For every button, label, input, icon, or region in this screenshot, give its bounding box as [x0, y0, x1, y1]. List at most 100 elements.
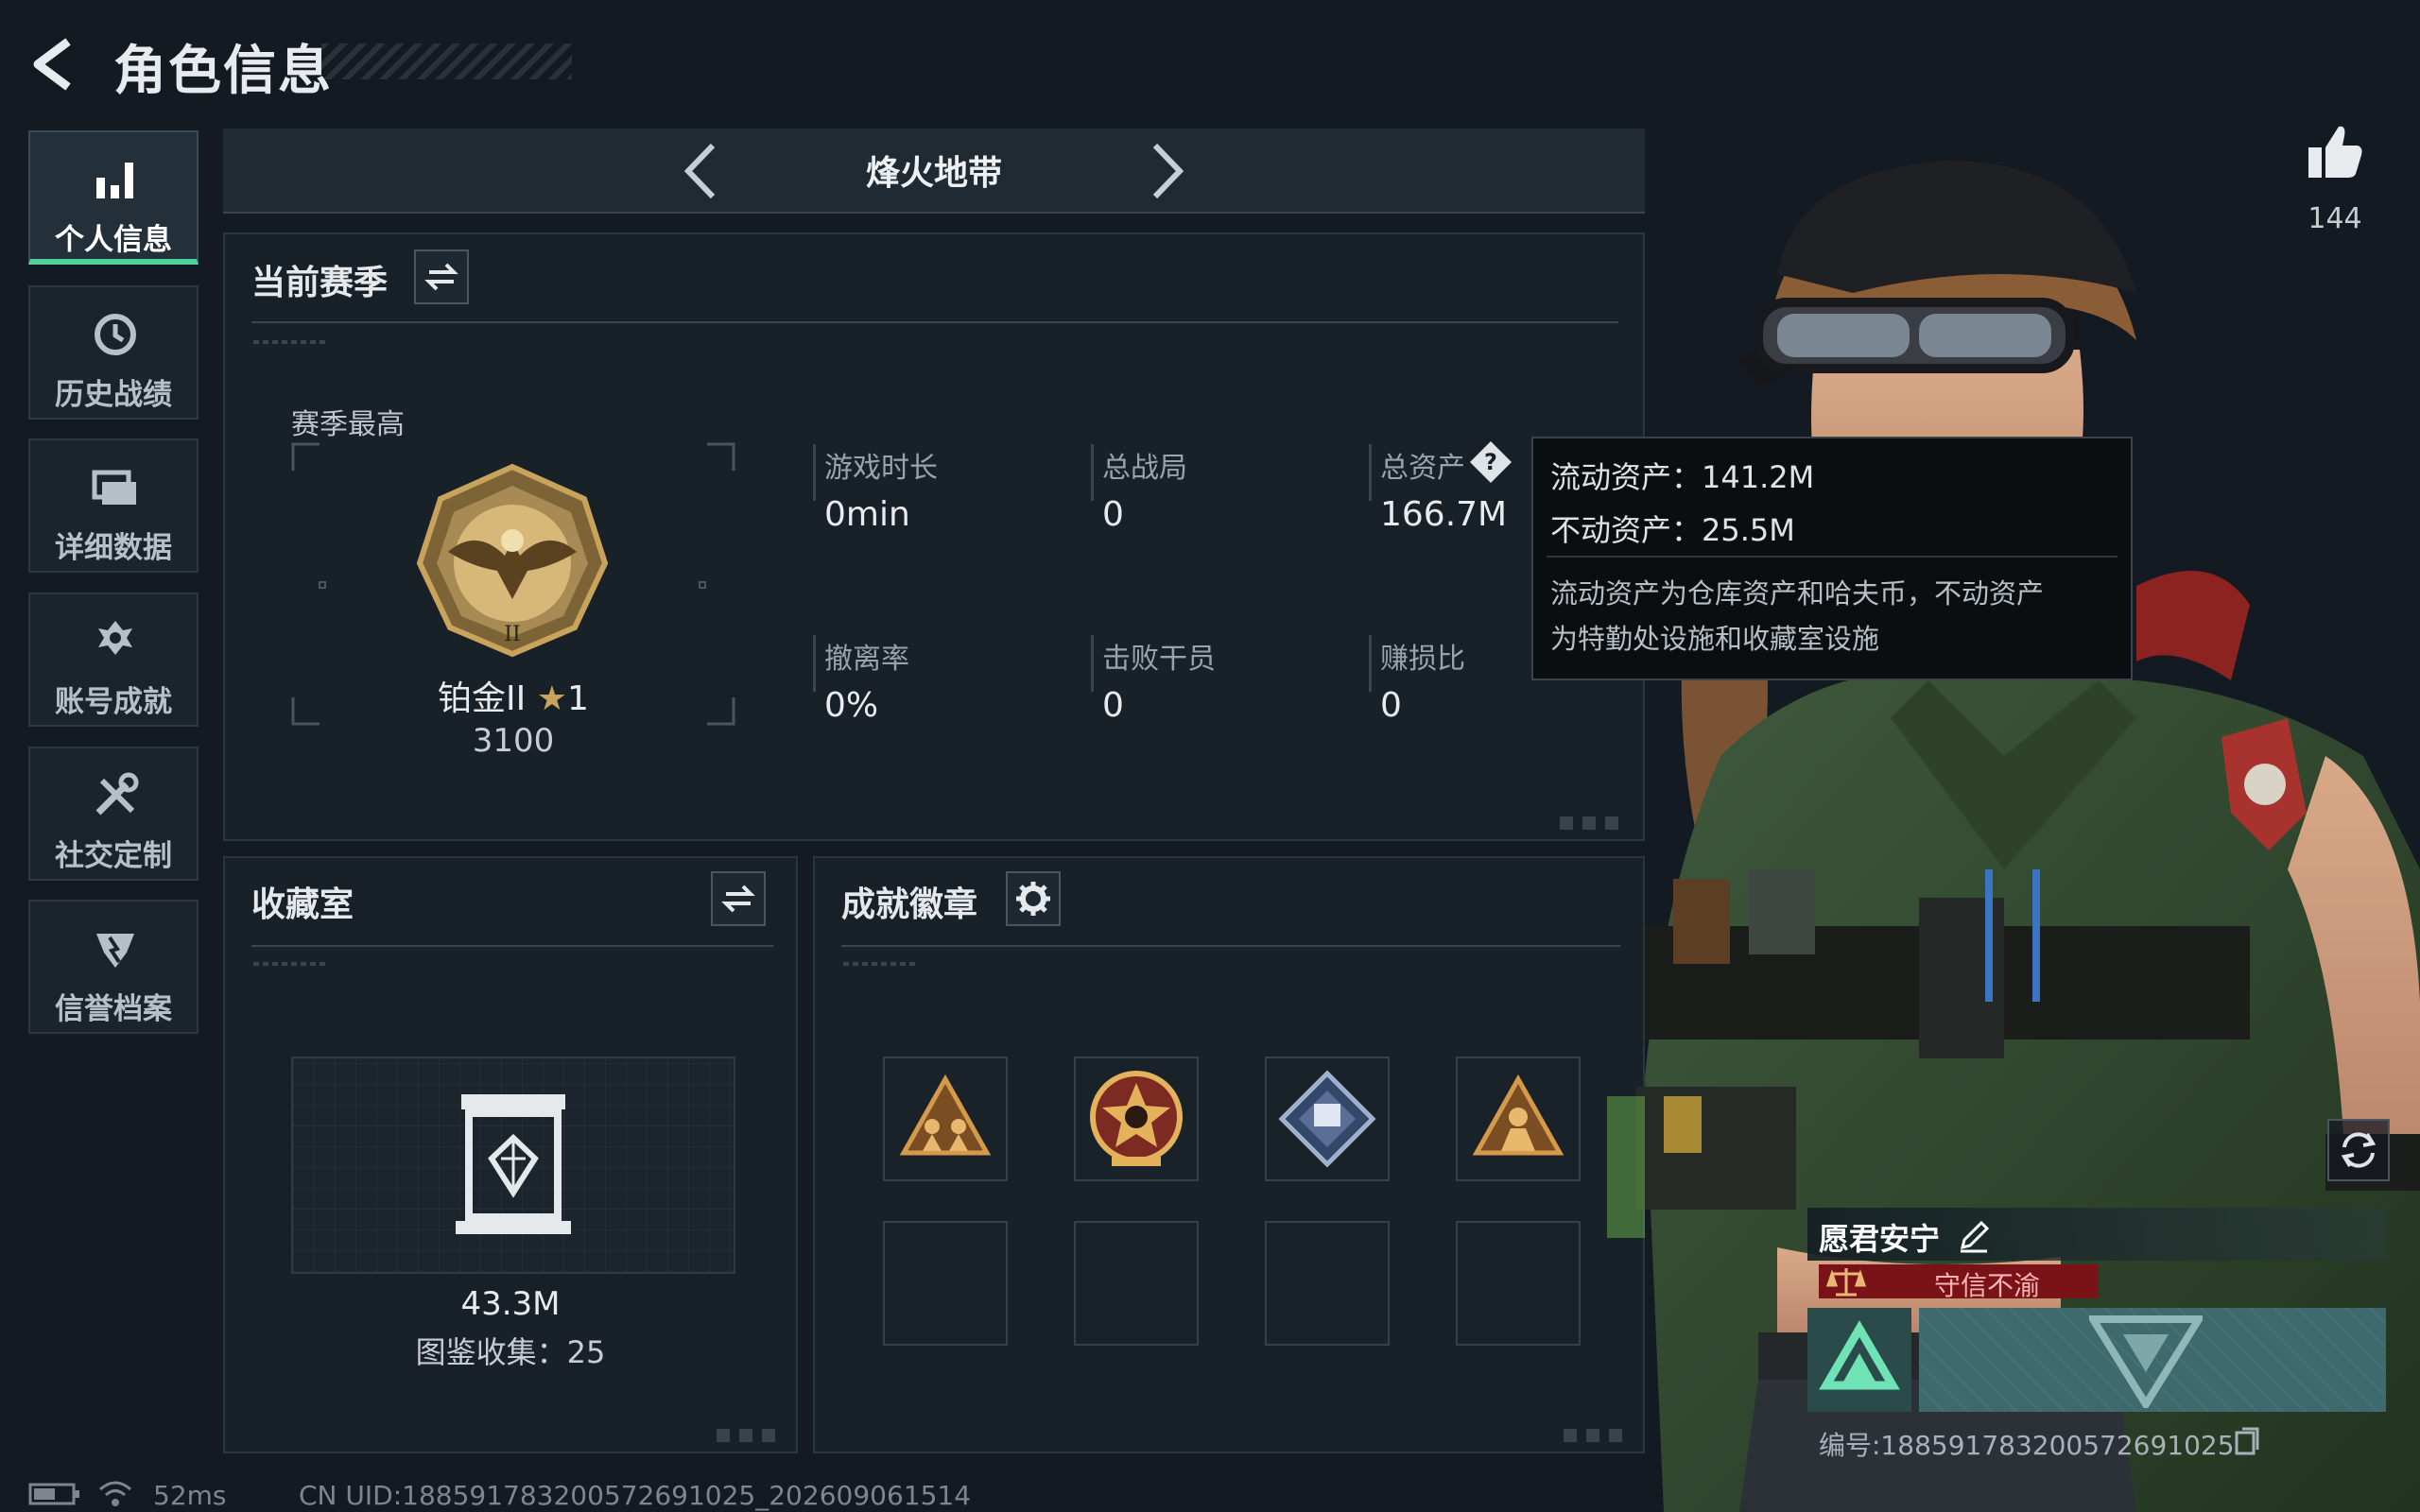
stat-value: 0: [1102, 495, 1124, 534]
triangle-rank-icon: [1819, 1320, 1900, 1390]
panel-divider: [251, 945, 773, 947]
history-icon: [95, 314, 136, 355]
likes-count: 144: [2308, 202, 2362, 235]
stat-divider: [1369, 444, 1372, 501]
sidebar-item-credit-record[interactable]: 信誉档案: [28, 900, 199, 1034]
tools-icon: [95, 772, 139, 816]
panel-divider: [841, 945, 1620, 947]
gear-icon: [1016, 882, 1050, 916]
stat-divider: [813, 444, 816, 501]
stat-value: 0min: [824, 495, 910, 534]
panel-divider: [251, 321, 1618, 323]
player-uid: 编号:188591783200572691025: [1819, 1430, 2235, 1461]
rotate-icon: [2341, 1132, 2377, 1168]
sidebar-item-detailed-data[interactable]: 详细数据: [28, 438, 199, 573]
title-decoration: [321, 43, 572, 79]
season-panel: 当前赛季 赛季最高 II 铂金II ★1 3100 游戏时长 0min 总战局 …: [223, 232, 1645, 841]
stat-value: 0: [1102, 686, 1124, 725]
bar-chart-icon: [96, 163, 133, 198]
stat-label: 总资产: [1380, 452, 1465, 485]
page-title: 角色信息: [113, 41, 333, 102]
stat-divider: [813, 635, 816, 692]
mode-selector: 烽火地带: [223, 129, 1645, 214]
stat-label: 撤离率: [824, 643, 909, 676]
collection-preview: [291, 1057, 735, 1274]
sidebar-item-label: 历史战绩: [55, 378, 172, 412]
vault-display-icon: [456, 1094, 571, 1234]
panel-decoration: [253, 962, 329, 966]
triangle-soldier-badge-icon: [1472, 1074, 1564, 1156]
empty-badge-slot[interactable]: [883, 1221, 1008, 1346]
credit-status: 守信不渝: [1933, 1270, 2040, 1301]
stat-label: 赚损比: [1380, 643, 1465, 676]
stat-value: 0: [1380, 686, 1402, 725]
diamond-crest-badge-icon: [1278, 1070, 1376, 1168]
achievement-icon: [98, 621, 132, 655]
tooltip-desc-line1: 流动资产为仓库资产和哈夫币，不动资产: [1550, 577, 2045, 610]
stat-label: 游戏时长: [824, 452, 938, 485]
copy-icon[interactable]: [2233, 1425, 2261, 1457]
triangle-team-badge-icon: [899, 1074, 992, 1156]
scale-icon: [1825, 1268, 1867, 1297]
rank-name: 铂金II: [438, 679, 527, 718]
sidebar-item-history[interactable]: 历史战绩: [28, 285, 199, 420]
empty-badge-slot[interactable]: [1074, 1221, 1199, 1346]
collection-switch-button[interactable]: [711, 871, 766, 926]
sidebar-item-label: 账号成就: [55, 685, 172, 719]
faction-logo-icon: [2089, 1315, 2203, 1408]
stat-label: 击败干员: [1102, 643, 1216, 676]
stat-label: 总战局: [1102, 452, 1187, 485]
footer-uid: CN UID:188591783200572691025_20260906151…: [299, 1480, 972, 1511]
swap-icon: [424, 263, 458, 291]
liquid-assets: 流动资产：141.2M: [1550, 459, 1815, 495]
sidebar-item-achievements[interactable]: 账号成就: [28, 593, 199, 727]
stat-divider: [1091, 635, 1094, 692]
rotate-view-button[interactable]: [2327, 1119, 2390, 1181]
collection-panel-title: 收藏室: [251, 885, 354, 924]
panel-corner-decoration: [717, 1429, 783, 1442]
battery-icon: [28, 1483, 79, 1505]
tooltip-desc-line2: 为特勤处设施和收藏室设施: [1550, 623, 1880, 655]
credit-status-bar: 守信不渝: [1819, 1264, 2099, 1301]
rank-line: 铂金II ★1: [291, 671, 735, 720]
shield-icon: [96, 934, 134, 968]
achievement-settings-button[interactable]: [1006, 871, 1061, 926]
wifi-icon: [99, 1481, 131, 1506]
sidebar-item-label: 详细数据: [55, 531, 172, 565]
next-mode-icon[interactable]: [1144, 140, 1191, 202]
swap-icon: [721, 885, 755, 913]
badge-slot[interactable]: [1456, 1057, 1581, 1181]
sidebar-item-label: 信誉档案: [55, 992, 172, 1026]
card-banner: [1919, 1308, 2386, 1412]
panel-decoration: [843, 962, 919, 966]
empty-badge-slot[interactable]: [1265, 1221, 1390, 1346]
badge-slot[interactable]: [1265, 1057, 1390, 1181]
collection-value: 43.3M: [460, 1285, 561, 1323]
season-panel-title: 当前赛季: [251, 264, 389, 302]
folders-icon: [92, 470, 136, 505]
sidebar-item-social-custom[interactable]: 社交定制: [28, 747, 199, 881]
edit-name-icon[interactable]: [1955, 1217, 1993, 1255]
network-ping: 52ms: [153, 1480, 227, 1511]
thumbs-up-icon[interactable]: [2307, 123, 2363, 181]
badge-slot[interactable]: [1074, 1057, 1199, 1181]
tooltip-divider: [1547, 556, 2118, 558]
collection-panel[interactable]: 收藏室 43.3M 图鉴收集：25: [223, 856, 798, 1453]
rank-score: 3100: [472, 722, 555, 760]
panel-decoration: [253, 340, 329, 344]
badge-slot[interactable]: [883, 1057, 1008, 1181]
sidebar-item-personal-info[interactable]: 个人信息: [28, 130, 199, 265]
assets-tooltip: 流动资产：141.2M 不动资产：25.5M 流动资产为仓库资产和哈夫币，不动资…: [1531, 437, 2133, 680]
stat-value: 0%: [824, 686, 879, 725]
season-switch-button[interactable]: [414, 249, 469, 304]
empty-badge-slot[interactable]: [1456, 1221, 1581, 1346]
mode-name: 烽火地带: [865, 154, 1002, 193]
help-icon[interactable]: ?: [1467, 438, 1514, 486]
rank-stars: 1: [567, 679, 589, 718]
back-arrow-icon[interactable]: [26, 36, 83, 93]
sidebar-item-label: 社交定制: [55, 839, 172, 873]
skull-star-badge-icon: [1090, 1071, 1183, 1166]
star-icon: ★: [536, 679, 568, 718]
rank-emblem-box: [1807, 1308, 1911, 1412]
achievement-panel-title: 成就徽章: [841, 885, 978, 924]
